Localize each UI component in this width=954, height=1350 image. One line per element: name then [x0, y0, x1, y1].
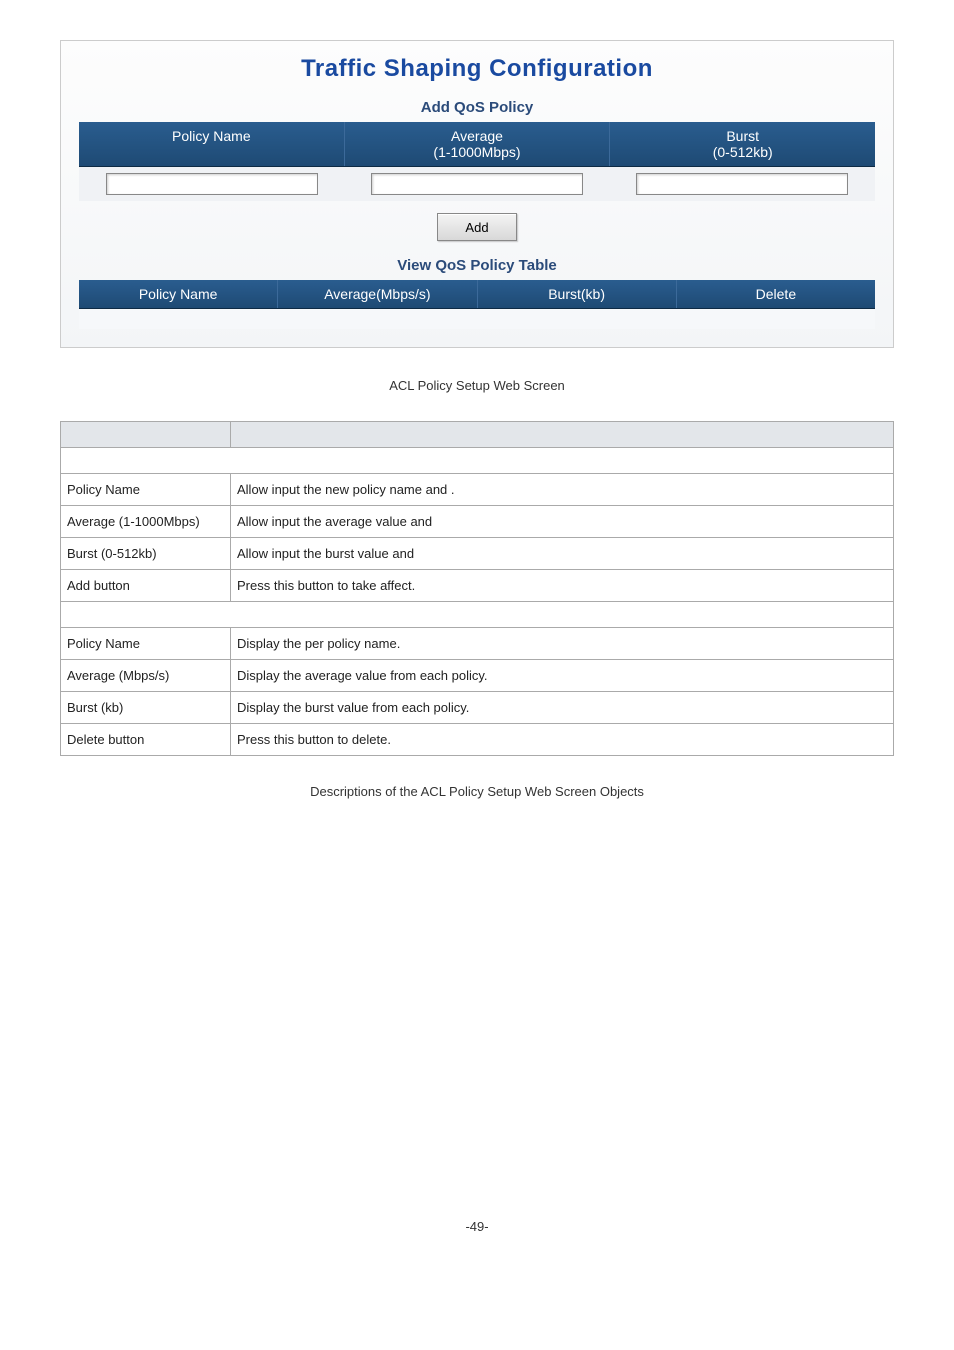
row-desc: Allow input the average value and — [231, 506, 894, 538]
row-desc: Display the average value from each poli… — [231, 660, 894, 692]
row-desc: Allow input the burst value and — [231, 538, 894, 570]
table-row: Average (1-1000Mbps) Allow input the ave… — [61, 506, 894, 538]
table-spacer-1 — [61, 448, 894, 474]
row-label: Average (Mbps/s) — [61, 660, 231, 692]
row-label: Policy Name — [61, 628, 231, 660]
table-row: Add button Press this button to take aff… — [61, 570, 894, 602]
row-desc: Display the burst value from each policy… — [231, 692, 894, 724]
row-label: Delete button — [61, 724, 231, 756]
header-average: Average (1-1000Mbps) — [345, 122, 611, 166]
add-qos-heading: Add QoS Policy — [79, 93, 875, 122]
view-header-burst: Burst(kb) — [478, 280, 677, 308]
table-row: Policy Name Display the per policy name. — [61, 628, 894, 660]
view-table-empty — [79, 309, 875, 329]
table-row: Burst (kb) Display the burst value from … — [61, 692, 894, 724]
config-panel: Traffic Shaping Configuration Add QoS Po… — [60, 40, 894, 348]
row-label: Burst (0-512kb) — [61, 538, 231, 570]
table-row: Policy Name Allow input the new policy n… — [61, 474, 894, 506]
panel-title: Traffic Shaping Configuration — [79, 49, 875, 93]
table-row: Delete button Press this button to delet… — [61, 724, 894, 756]
view-header-average: Average(Mbps/s) — [278, 280, 477, 308]
page-number: -49- — [60, 1219, 894, 1234]
add-button-row: Add — [79, 201, 875, 251]
add-button[interactable]: Add — [437, 213, 517, 241]
average-input[interactable] — [371, 173, 583, 195]
header-policy-name: Policy Name — [79, 122, 345, 166]
row-desc: Press this button to take affect. — [231, 570, 894, 602]
add-input-row — [79, 167, 875, 201]
table-row: Average (Mbps/s) Display the average val… — [61, 660, 894, 692]
figure-caption-1: ACL Policy Setup Web Screen — [60, 378, 894, 393]
view-header-row: Policy Name Average(Mbps/s) Burst(kb) De… — [79, 280, 875, 309]
row-label: Policy Name — [61, 474, 231, 506]
description-table: Policy Name Allow input the new policy n… — [60, 421, 894, 756]
row-desc: Allow input the new policy name and . — [231, 474, 894, 506]
row-label: Average (1-1000Mbps) — [61, 506, 231, 538]
view-header-policy-name: Policy Name — [79, 280, 278, 308]
table-spacer-2 — [61, 602, 894, 628]
add-header-row: Policy Name Average (1-1000Mbps) Burst (… — [79, 122, 875, 167]
row-label: Burst (kb) — [61, 692, 231, 724]
burst-input[interactable] — [636, 173, 848, 195]
row-label: Add button — [61, 570, 231, 602]
table-row: Burst (0-512kb) Allow input the burst va… — [61, 538, 894, 570]
row-desc: Press this button to delete. — [231, 724, 894, 756]
table-section-header-1 — [61, 422, 894, 448]
view-qos-heading: View QoS Policy Table — [79, 251, 875, 280]
row-desc: Display the per policy name. — [231, 628, 894, 660]
view-header-delete: Delete — [677, 280, 875, 308]
figure-caption-2: Descriptions of the ACL Policy Setup Web… — [60, 784, 894, 799]
header-burst: Burst (0-512kb) — [610, 122, 875, 166]
policy-name-input[interactable] — [106, 173, 318, 195]
